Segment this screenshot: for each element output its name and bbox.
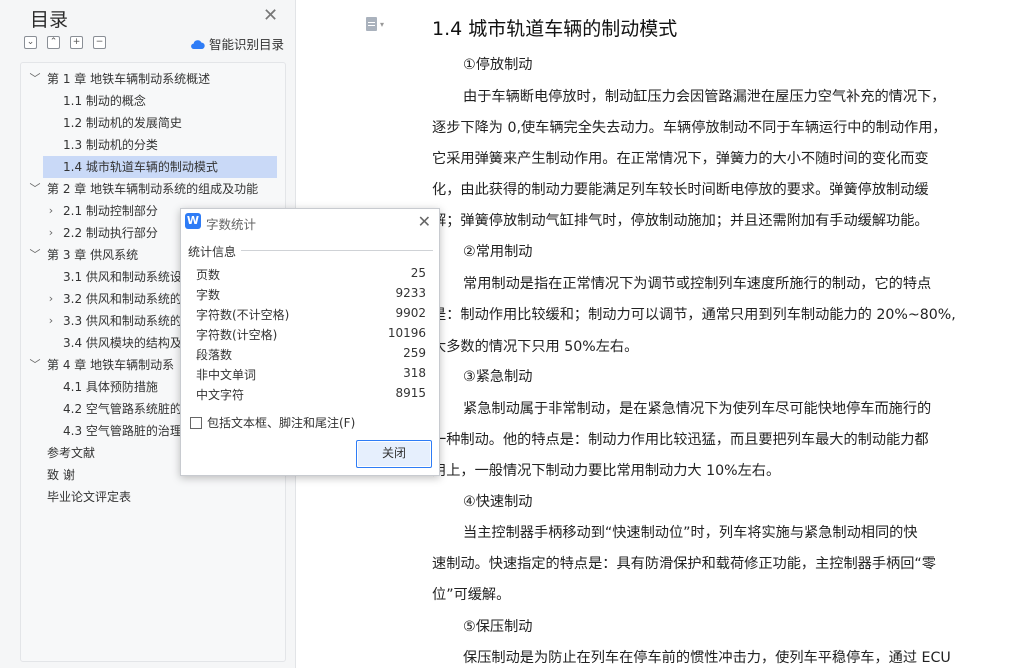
paragraph-line: 一种制动。他的特点是：制动力作用比较迅猛，而且要把列车最大的制动能力都: [432, 432, 929, 448]
close-icon[interactable]: ✕: [263, 5, 278, 26]
chevron-down-icon[interactable]: ﹀: [29, 244, 41, 266]
section-heading: 1.4 城市轨道车辆的制动模式: [432, 18, 678, 40]
expand-up-icon[interactable]: ⌃: [47, 36, 60, 49]
stat-value: 9233: [395, 286, 426, 300]
paragraph-line: 是：制动作用比较缓和；制动力可以调节，通常只用到列车制动能力的 20%~80%,: [432, 307, 956, 323]
smart-toc-button[interactable]: 智能识别目录: [190, 34, 284, 53]
paragraph-line: 由于车辆断电停放时，制动缸压力会因管路漏泄在屋压力空气补充的情况下，: [463, 89, 946, 105]
toc-item-chapter-1[interactable]: ﹀ 第 1 章 地铁车辆制动系统概述: [29, 68, 279, 90]
paragraph-line: ①停放制动: [463, 57, 533, 73]
word-count-dialog: W 字数统计 ✕ 统计信息 页数 25 字数 9233 字符数(不计空格) 99…: [180, 208, 440, 476]
toc-item-1-4[interactable]: 1.4 城市轨道车辆的制动模式: [43, 156, 277, 178]
stat-label: 字数: [196, 288, 221, 302]
stat-row-words: 字数 9233: [196, 284, 426, 304]
checkbox-box[interactable]: [190, 416, 202, 429]
chevron-right-icon[interactable]: ›: [45, 222, 57, 244]
paragraph-line: 当主控制器手柄移动到“快速制动位”时，列车将实施与紧急制动相同的快: [463, 525, 918, 541]
smart-toc-icon: [191, 39, 205, 49]
dialog-title: 字数统计: [206, 217, 257, 232]
stat-label: 页数: [196, 268, 221, 282]
chevron-down-icon[interactable]: ﹀: [29, 354, 41, 376]
chevron-right-icon[interactable]: ›: [45, 288, 57, 310]
stats-section-label: 统计信息: [188, 245, 237, 259]
toc-item-chapter-2[interactable]: ﹀ 第 2 章 地铁车辆制动系统的组成及功能: [29, 178, 279, 200]
stat-label: 段落数: [196, 348, 233, 362]
stat-row-non-chinese-words: 非中文单词 318: [196, 364, 426, 384]
paragraph-line: 紧急制动属于非常制动，是在紧急情况下为使列车尽可能快地停车而施行的: [463, 401, 932, 417]
stat-label: 中文字符: [196, 388, 245, 402]
page-icon: [366, 17, 377, 31]
chevron-right-icon[interactable]: ›: [45, 310, 57, 332]
close-button[interactable]: 关闭: [356, 440, 432, 468]
paragraph-line: 化，由此获得的制动力要能满足列车较长时间断电停放的要求。弹簧停放制动缓: [432, 182, 929, 198]
toc-title: 目录: [30, 9, 69, 31]
chevron-down-icon[interactable]: ﹀: [29, 178, 41, 200]
stat-row-chars-with-spaces: 字符数(计空格) 10196: [196, 324, 426, 344]
paragraph-line: 解；弹簧停放制动气缸排气时，停放制动施加；并且还需附加有手动缓解功能。: [432, 213, 929, 229]
stat-value: 8915: [395, 386, 426, 400]
stat-value: 25: [410, 266, 426, 280]
stat-row-pages: 页数 25: [196, 264, 426, 284]
remove-heading-icon[interactable]: −: [93, 36, 106, 49]
stat-label: 字符数(计空格): [196, 328, 278, 342]
paragraph-line: ③紧急制动: [463, 369, 533, 385]
stat-row-chars-no-spaces: 字符数(不计空格) 9902: [196, 304, 426, 324]
stat-value: 10196: [387, 326, 426, 340]
checkbox-label: 包括文本框、脚注和尾注(F): [207, 416, 356, 430]
toc-item-evaluation-form[interactable]: 毕业论文评定表: [29, 486, 279, 508]
toc-item-1-3[interactable]: 1.3 制动机的分类: [43, 134, 277, 156]
stat-value: 9902: [395, 306, 426, 320]
paragraph-line: 大多数的情况下只用 50%左右。: [432, 339, 639, 355]
wps-logo-icon: W: [185, 213, 201, 229]
stat-row-chinese-chars: 中文字符 8915: [196, 384, 426, 404]
stat-label: 非中文单词: [196, 368, 257, 382]
paragraph-line: 保压制动是为防止在列车在停车前的惯性冲击力，使列车平稳停车，通过 ECU: [463, 650, 951, 666]
paragraph-line: 常用制动是指在正常情况下为调节或控制列车速度所施行的制动，它的特点: [463, 276, 932, 292]
include-textboxes-checkbox[interactable]: 包括文本框、脚注和尾注(F): [190, 414, 355, 431]
chevron-down-icon[interactable]: ﹀: [29, 68, 41, 90]
paragraph-line: ②常用制动: [463, 244, 533, 260]
smart-toc-label: 智能识别目录: [209, 37, 285, 52]
document-menu-icon[interactable]: ▾: [366, 17, 384, 31]
paragraph-line: 速制动。快速指定的特点是：具有防滑保护和载荷修正功能，主控制器手柄回“零: [432, 556, 936, 572]
stat-row-paragraphs: 段落数 259: [196, 344, 426, 364]
dialog-title-bar[interactable]: W 字数统计 ✕: [181, 209, 439, 235]
stat-label: 字符数(不计空格): [196, 308, 290, 322]
collapse-all-icon[interactable]: ⌄: [24, 36, 37, 49]
toc-toolbar: ⌄ ⌃ + −: [24, 36, 106, 49]
paragraph-line: 位”可缓解。: [432, 587, 511, 603]
add-heading-icon[interactable]: +: [70, 36, 83, 49]
toc-item-1-1[interactable]: 1.1 制动的概念: [43, 90, 277, 112]
section-divider: [241, 250, 433, 251]
toc-item-1-2[interactable]: 1.2 制动机的发展简史: [43, 112, 277, 134]
paragraph-line: 逐步下降为 0,使车辆完全失去动力。车辆停放制动不同于车辆运行中的制动作用，: [432, 120, 947, 136]
paragraph-line: 用上，一般情况下制动力要比常用制动力大 10%左右。: [432, 463, 781, 479]
paragraph-line: ⑤保压制动: [463, 619, 533, 635]
paragraph-line: 它采用弹簧来产生制动作用。在正常情况下，弹簧力的大小不随时间的变化而变: [432, 151, 929, 167]
stat-value: 259: [403, 346, 426, 360]
paragraph-line: ④快速制动: [463, 494, 533, 510]
caret-down-icon: ▾: [380, 19, 385, 29]
dialog-close-icon[interactable]: ✕: [418, 212, 431, 231]
chevron-right-icon[interactable]: ›: [45, 200, 57, 222]
stat-value: 318: [403, 366, 426, 380]
